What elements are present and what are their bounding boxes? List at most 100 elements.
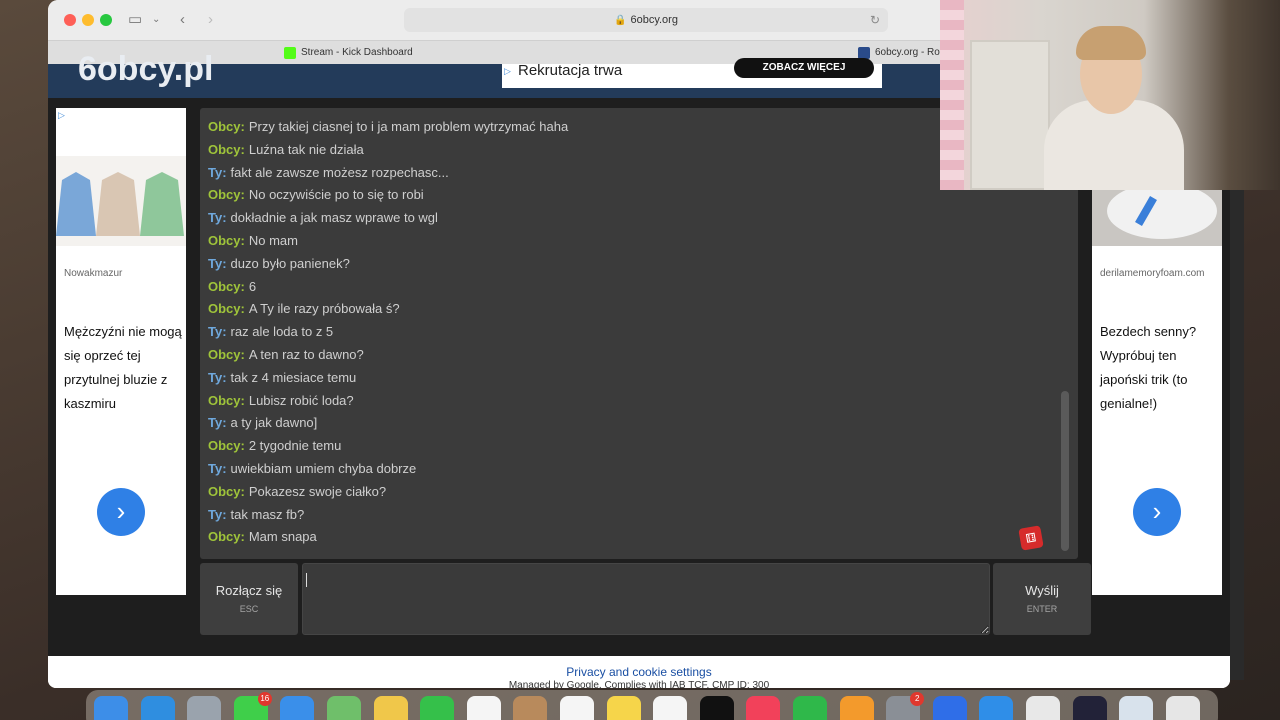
message-text: tak z 4 miesiace temu (230, 369, 357, 385)
chat-scrollbar[interactable] (1061, 391, 1069, 551)
tab-kick-dashboard[interactable]: Stream - Kick Dashboard (284, 41, 413, 65)
ad-next-button[interactable]: › (97, 488, 145, 536)
contacts-icon[interactable] (513, 696, 548, 720)
message-text: dokładnie a jak masz wprawe to wgl (230, 210, 438, 226)
ad-body-text: Bezdech senny? Wypróbuj ten japoński tri… (1100, 324, 1197, 411)
message-sender: Obcy: (208, 483, 245, 499)
privacy-settings-link[interactable]: Privacy and cookie settings (48, 665, 1230, 679)
chat-message: Obcy: Mam snapa (208, 528, 317, 546)
settings-icon[interactable]: 2 (886, 692, 925, 720)
message-text: No mam (248, 233, 298, 248)
appstore-icon[interactable] (979, 696, 1014, 720)
chat-message: Obcy: Przy takiej ciasnej to i ja mam pro… (208, 118, 568, 136)
lock-icon: 🔒 (614, 15, 627, 26)
back-icon[interactable]: ‹ (180, 10, 185, 30)
send-hint: ENTER (1026, 604, 1058, 614)
sidebar-icon[interactable]: ▭ (128, 10, 142, 30)
message-input[interactable] (302, 563, 990, 635)
message-text: 6 (248, 278, 257, 294)
chat-message: Ty: duzo było panienek? (208, 255, 350, 273)
close-window-button[interactable] (64, 14, 76, 26)
chat-message: Ty: a ty jak dawno] (208, 414, 317, 432)
disconnect-button[interactable]: Rozłącz się ESC (200, 563, 298, 635)
chat-message: Obcy: Pokazesz swoje ciałko? (208, 483, 386, 501)
chat-message: Obcy: 2 tygodnie temu (208, 437, 341, 455)
chat-message: Obcy: A Ty ile razy próbowała ś? (208, 300, 400, 318)
message-sender: Ty: (208, 415, 227, 431)
message-sender: Obcy: (208, 392, 245, 408)
photos-icon[interactable] (373, 696, 408, 720)
messages-icon[interactable]: 16 (233, 692, 272, 720)
chat-message: Ty: tak z 4 miesiace temu (208, 369, 356, 387)
message-text: duzo było panienek? (230, 255, 350, 271)
ad-choices-icon[interactable]: ▷ (504, 66, 511, 77)
message-sender: Obcy: (208, 187, 245, 203)
top-ad-button[interactable]: ZOBACZ WIĘCEJ (734, 58, 874, 78)
send-button[interactable]: Wyślij ENTER (993, 563, 1091, 635)
send-label: Wyślij (1025, 583, 1059, 598)
kick-favicon-icon (284, 47, 296, 59)
address-bar[interactable]: 🔒 6obcy.org ↻ (404, 8, 888, 32)
chat-message: Ty: tak masz fb? (208, 506, 304, 524)
forward-icon[interactable]: › (208, 10, 213, 30)
disconnect-hint: ESC (239, 604, 259, 614)
roblox-icon[interactable] (932, 696, 967, 720)
pages-icon[interactable] (839, 696, 874, 720)
message-text: Przy takiej ciasnej to i ja mam problem … (248, 119, 569, 134)
appletv-icon[interactable] (699, 696, 734, 720)
message-text: Lubisz robić loda? (248, 392, 354, 408)
message-text: uwiekbiam umiem chyba dobrze (230, 461, 417, 476)
chat-input-row: Rozłącz się ESC Wyślij ENTER (200, 563, 1091, 635)
chat-message: Obcy: Lubisz robić loda? (208, 392, 354, 410)
message-text: a ty jak dawno] (230, 415, 318, 431)
left-side-ad[interactable]: ▷ Nowakmazur Mężczyźni nie mogą się oprz… (56, 108, 186, 595)
chevron-right-icon: › (116, 496, 126, 526)
chrome-icon[interactable] (1026, 696, 1060, 720)
message-text: Pokazesz swoje ciałko? (248, 483, 387, 499)
maps-icon[interactable] (327, 696, 361, 720)
reload-icon[interactable]: ↻ (870, 8, 880, 32)
notification-badge: 2 (910, 692, 925, 706)
flowers-decoration (940, 0, 964, 190)
disconnect-label: Rozłącz się (215, 583, 283, 598)
obs-icon[interactable] (1072, 696, 1107, 720)
facetime-icon[interactable] (420, 696, 455, 720)
message-sender: Obcy: (208, 529, 245, 545)
message-sender: Ty: (208, 506, 227, 522)
ad-choices-icon[interactable]: ▷ (58, 110, 65, 121)
maximize-window-button[interactable] (100, 14, 112, 26)
message-text: A ten raz to dawno? (248, 347, 364, 362)
ad-next-button[interactable]: › (1133, 488, 1181, 536)
dice-icon[interactable]: ⚅ (1018, 525, 1044, 551)
chevron-down-icon[interactable]: ⌄ (152, 10, 160, 30)
message-text: 2 tygodnie temu (248, 438, 342, 454)
webcam-overlay (940, 0, 1280, 190)
finder-icon[interactable] (94, 696, 128, 720)
message-text: Luźna tak nie działa (248, 141, 364, 157)
message-sender: Obcy: (208, 119, 245, 134)
preview-icon[interactable] (1119, 696, 1154, 720)
launchpad-icon[interactable] (187, 696, 222, 720)
message-sender: Ty: (208, 164, 227, 180)
mail-icon[interactable] (280, 696, 315, 720)
music-icon[interactable] (746, 696, 781, 720)
minimize-window-button[interactable] (82, 14, 94, 26)
numbers-icon[interactable] (793, 696, 827, 720)
safari-icon[interactable] (140, 696, 175, 720)
site-logo[interactable]: 6obcy.pl (78, 50, 213, 89)
tab-label: 6obcy.org - Ro (875, 47, 940, 58)
reminders-icon[interactable] (560, 696, 594, 720)
cookie-footer: Privacy and cookie settings Managed by G… (48, 656, 1230, 688)
chat-message: Ty: dokładnie a jak masz wprawe to wgl (208, 209, 438, 227)
chevron-right-icon: › (1152, 496, 1162, 526)
freeform-icon[interactable] (653, 696, 688, 720)
chat-message: Obcy: Luźna tak nie działa (208, 141, 364, 159)
notes-icon[interactable] (606, 696, 641, 720)
message-text: Mam snapa (248, 529, 317, 545)
chat-message: Obcy: No mam (208, 232, 298, 250)
calendar-icon[interactable] (466, 696, 501, 720)
trash-icon[interactable] (1165, 696, 1200, 720)
ad-source: derilamemoryfoam.com (1100, 268, 1205, 279)
ad-body-text: Mężczyźni nie mogą się oprzeć tej przytu… (64, 324, 182, 411)
top-banner-ad[interactable]: ▷ Rekrutacja trwa ZOBACZ WIĘCEJ (502, 58, 882, 88)
